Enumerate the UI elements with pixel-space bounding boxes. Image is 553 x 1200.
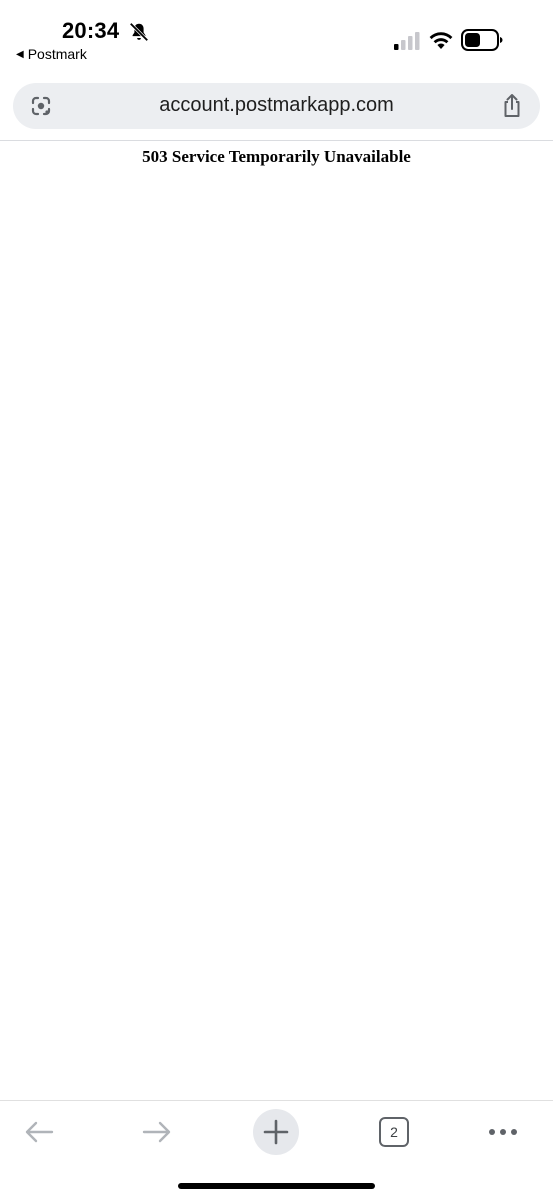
toolbar-divider bbox=[0, 140, 553, 141]
arrow-left-icon bbox=[25, 1121, 54, 1143]
more-horizontal-icon bbox=[489, 1129, 517, 1135]
home-indicator[interactable] bbox=[178, 1183, 375, 1189]
url-text[interactable]: account.postmarkapp.com bbox=[13, 94, 540, 117]
page-heading: 503 Service Temporarily Unavailable bbox=[142, 147, 411, 166]
more-menu-button[interactable] bbox=[480, 1109, 526, 1155]
browser-screen: 20:34 ◀ Postmark account.postmarkapp.com bbox=[0, 0, 553, 1200]
tab-switcher-button[interactable]: 2 bbox=[371, 1109, 417, 1155]
arrow-right-icon bbox=[142, 1121, 171, 1143]
back-to-app-link[interactable]: ◀ Postmark bbox=[16, 46, 87, 62]
tab-count: 2 bbox=[379, 1117, 409, 1147]
back-button[interactable] bbox=[16, 1109, 62, 1155]
forward-button[interactable] bbox=[134, 1109, 180, 1155]
battery-icon bbox=[461, 29, 503, 51]
back-app-label: Postmark bbox=[27, 46, 87, 62]
wifi-icon bbox=[429, 32, 453, 49]
url-bar[interactable]: account.postmarkapp.com bbox=[13, 83, 540, 129]
new-tab-button[interactable] bbox=[253, 1109, 299, 1155]
plus-icon bbox=[263, 1119, 289, 1145]
status-time: 20:34 bbox=[62, 18, 120, 43]
bell-slash-icon bbox=[129, 22, 149, 42]
share-icon[interactable] bbox=[500, 93, 524, 119]
signal-icon bbox=[394, 32, 420, 50]
back-triangle-icon: ◀ bbox=[16, 48, 24, 60]
